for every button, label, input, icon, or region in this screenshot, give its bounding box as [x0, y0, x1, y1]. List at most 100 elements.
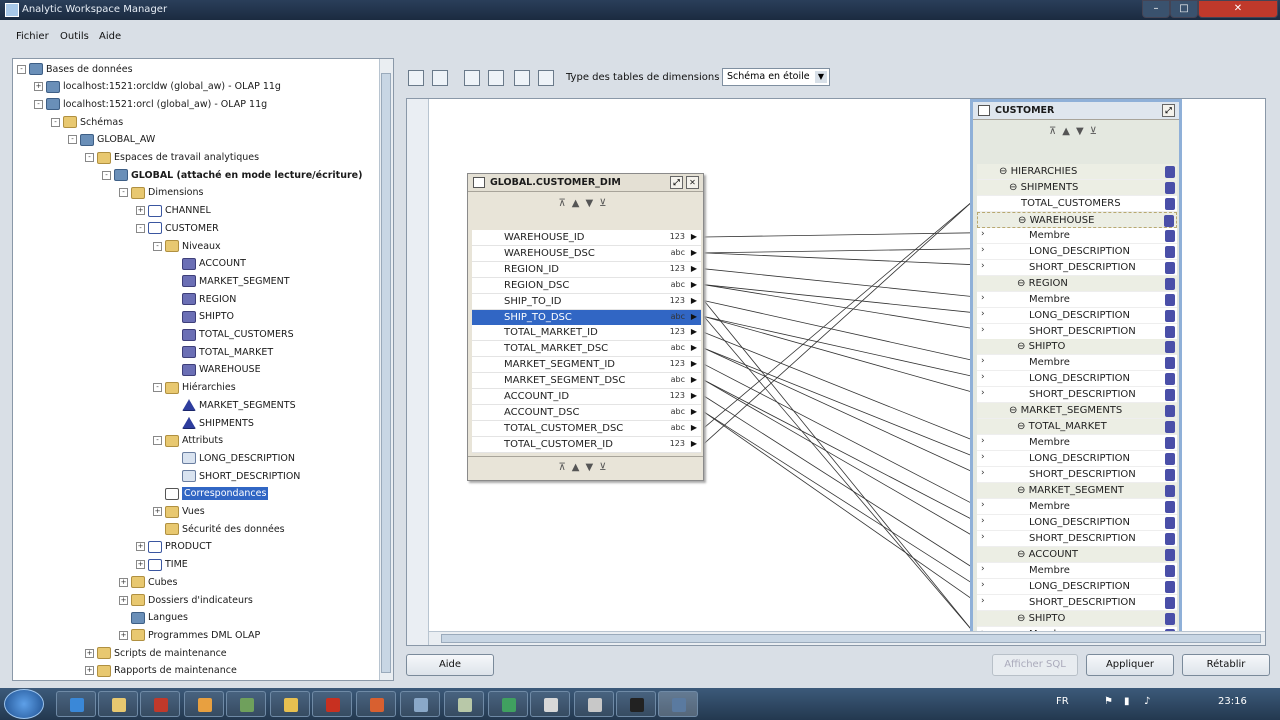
target-item[interactable]: › LONG_DESCRIPTION — [977, 578, 1177, 595]
tree-item[interactable]: + Dossiers d'indicateurs — [119, 592, 253, 608]
apply-button[interactable]: Appliquer — [1086, 654, 1174, 676]
target-item[interactable]: › LONG_DESCRIPTION — [977, 243, 1177, 260]
tree-item[interactable]: + TIME — [136, 557, 188, 573]
expand-icon[interactable]: - — [102, 170, 111, 180]
source-column[interactable]: TOTAL_CUSTOMER_ID 123 ▶ — [472, 436, 701, 453]
target-item[interactable]: › LONG_DESCRIPTION — [977, 307, 1177, 324]
reset-button[interactable]: Rétablir — [1182, 654, 1270, 676]
tree-item[interactable]: - CUSTOMER — [136, 220, 219, 236]
connector-icon[interactable]: ▶ — [691, 359, 697, 368]
mapping-line[interactable] — [703, 316, 974, 632]
connector-icon[interactable]: › — [981, 452, 985, 462]
expand-icon[interactable]: + — [136, 206, 145, 216]
tree-item[interactable]: - localhost:1521:orcl (global_aw) - OLAP … — [34, 96, 267, 112]
taskbar-app[interactable] — [226, 691, 266, 717]
collapse-icon[interactable]: ⊖ — [1009, 405, 1021, 416]
tree-item[interactable]: - GLOBAL (attaché en mode lecture/écritur… — [102, 167, 362, 183]
source-column[interactable]: TOTAL_CUSTOMER_DSC abc ▶ — [472, 420, 701, 437]
expand-icon[interactable]: - — [85, 153, 94, 162]
menu-outils[interactable]: Outils — [60, 31, 89, 42]
connector-icon[interactable]: ▶ — [691, 312, 697, 321]
tree-item[interactable]: - Bases de données — [17, 61, 133, 77]
expand-icon[interactable]: - — [153, 241, 162, 251]
tree-item[interactable]: - Hiérarchies — [153, 380, 236, 396]
tree-item[interactable]: REGION — [170, 291, 236, 307]
taskbar-ie[interactable] — [56, 691, 96, 717]
tree-item[interactable]: TOTAL_MARKET — [170, 344, 273, 360]
tree-item[interactable]: - Espaces de travail analytiques — [85, 150, 259, 166]
tree-item[interactable]: + Rapports de maintenance — [85, 663, 237, 679]
connector-icon[interactable]: ▶ — [691, 391, 697, 400]
target-item[interactable]: › Membre — [977, 498, 1177, 515]
collapse-icon[interactable]: ⊖ — [1009, 182, 1021, 193]
menu-fichier[interactable]: Fichier — [16, 31, 49, 42]
target-item[interactable]: › LONG_DESCRIPTION — [977, 371, 1177, 388]
mapping-line[interactable] — [703, 316, 974, 377]
table-view-icon[interactable] — [432, 70, 448, 86]
target-item[interactable]: › Membre — [977, 291, 1177, 308]
connector-icon[interactable]: › — [981, 372, 985, 382]
taskbar-app3[interactable] — [312, 691, 352, 717]
target-item[interactable]: › SHORT_DESCRIPTION — [977, 467, 1177, 484]
target-item[interactable]: › Membre — [977, 227, 1177, 244]
expand-icon[interactable]: - — [17, 64, 26, 74]
expand-icon[interactable]: + — [34, 82, 43, 92]
collapse-icon[interactable]: ⊖ — [1018, 215, 1030, 226]
target-item[interactable]: › SHORT_DESCRIPTION — [977, 387, 1177, 404]
show-sql-button[interactable]: Afficher SQL — [992, 654, 1078, 676]
mapping-line[interactable] — [703, 284, 974, 313]
close-icon[interactable]: ✕ — [686, 176, 699, 189]
auto-map-icon[interactable] — [514, 70, 530, 86]
network-icon[interactable]: ▮ — [1124, 696, 1130, 707]
connector-icon[interactable]: › — [981, 596, 985, 606]
target-group[interactable]: ⊖ SHIPMENTS — [977, 179, 1177, 196]
connector-icon[interactable]: ▶ — [691, 327, 697, 336]
chevron-down-icon[interactable]: ▼ — [815, 71, 827, 83]
mapping-line[interactable] — [703, 252, 974, 266]
mapping-line[interactable] — [703, 363, 974, 505]
connector-icon[interactable]: ▶ — [691, 232, 697, 241]
tree-scrollbar[interactable] — [379, 59, 393, 680]
target-item[interactable]: TOTAL_CUSTOMERS — [977, 195, 1177, 212]
collapse-icon[interactable]: ⊖ — [1017, 278, 1029, 289]
flag-icon[interactable]: ⚑ — [1104, 696, 1113, 707]
target-group[interactable]: ⊖ SHIPTO — [977, 610, 1177, 627]
source-column[interactable]: WAREHOUSE_DSC abc ▶ — [472, 245, 701, 262]
target-group[interactable]: ⊖ SHIPTO — [977, 339, 1177, 356]
source-table[interactable]: GLOBAL.CUSTOMER_DIM ⤢ ✕ ⊼▲▼⊻ WAREHOUSE_I… — [467, 173, 704, 481]
source-table-header[interactable]: GLOBAL.CUSTOMER_DIM ⤢ ✕ — [468, 174, 703, 192]
help-button[interactable]: Aide — [406, 654, 494, 676]
tree-item[interactable]: + Cubes — [119, 574, 177, 590]
tree-item[interactable]: + CHANNEL — [136, 203, 211, 219]
source-sort-bar[interactable]: ⊼▲▼⊻ — [468, 192, 703, 220]
tree-item[interactable]: LONG_DESCRIPTION — [170, 450, 295, 466]
tree-item[interactable]: SHORT_DESCRIPTION — [170, 468, 300, 484]
tree-item[interactable]: + Programmes DML OLAP — [119, 627, 260, 643]
language-indicator[interactable]: FR — [1056, 696, 1069, 707]
target-item[interactable]: › LONG_DESCRIPTION — [977, 451, 1177, 468]
connector-icon[interactable]: ▶ — [691, 343, 697, 352]
connector-icon[interactable]: › — [981, 261, 985, 271]
taskbar-app9[interactable] — [574, 691, 614, 717]
canvas-hscroll-thumb[interactable] — [441, 634, 1261, 643]
taskbar-media[interactable] — [184, 691, 224, 717]
maximize-icon[interactable]: ⤢ — [670, 176, 683, 189]
taskbar-cmd[interactable] — [616, 691, 656, 717]
connector-icon[interactable]: › — [981, 293, 985, 303]
target-group[interactable]: ⊖ ACCOUNT — [977, 546, 1177, 563]
expand-icon[interactable]: - — [68, 135, 77, 145]
target-item[interactable]: › Membre — [977, 562, 1177, 579]
target-item[interactable]: › SHORT_DESCRIPTION — [977, 323, 1177, 340]
volume-icon[interactable]: ♪ — [1144, 696, 1150, 707]
collapse-icon[interactable]: ⊖ — [1017, 613, 1029, 624]
mapping-line[interactable] — [703, 316, 974, 393]
filter-icon[interactable] — [538, 70, 554, 86]
tree-item[interactable]: + Vues — [153, 504, 205, 520]
mapping-line[interactable] — [703, 395, 974, 569]
connector-icon[interactable]: ▶ — [691, 407, 697, 416]
target-header[interactable]: CUSTOMER ⤢ — [973, 102, 1179, 120]
tree-item[interactable]: Correspondances — [153, 486, 269, 502]
expand-icon[interactable]: + — [136, 560, 145, 570]
mapping-line[interactable] — [703, 379, 974, 537]
maximize-icon[interactable]: ⤢ — [1162, 104, 1175, 117]
